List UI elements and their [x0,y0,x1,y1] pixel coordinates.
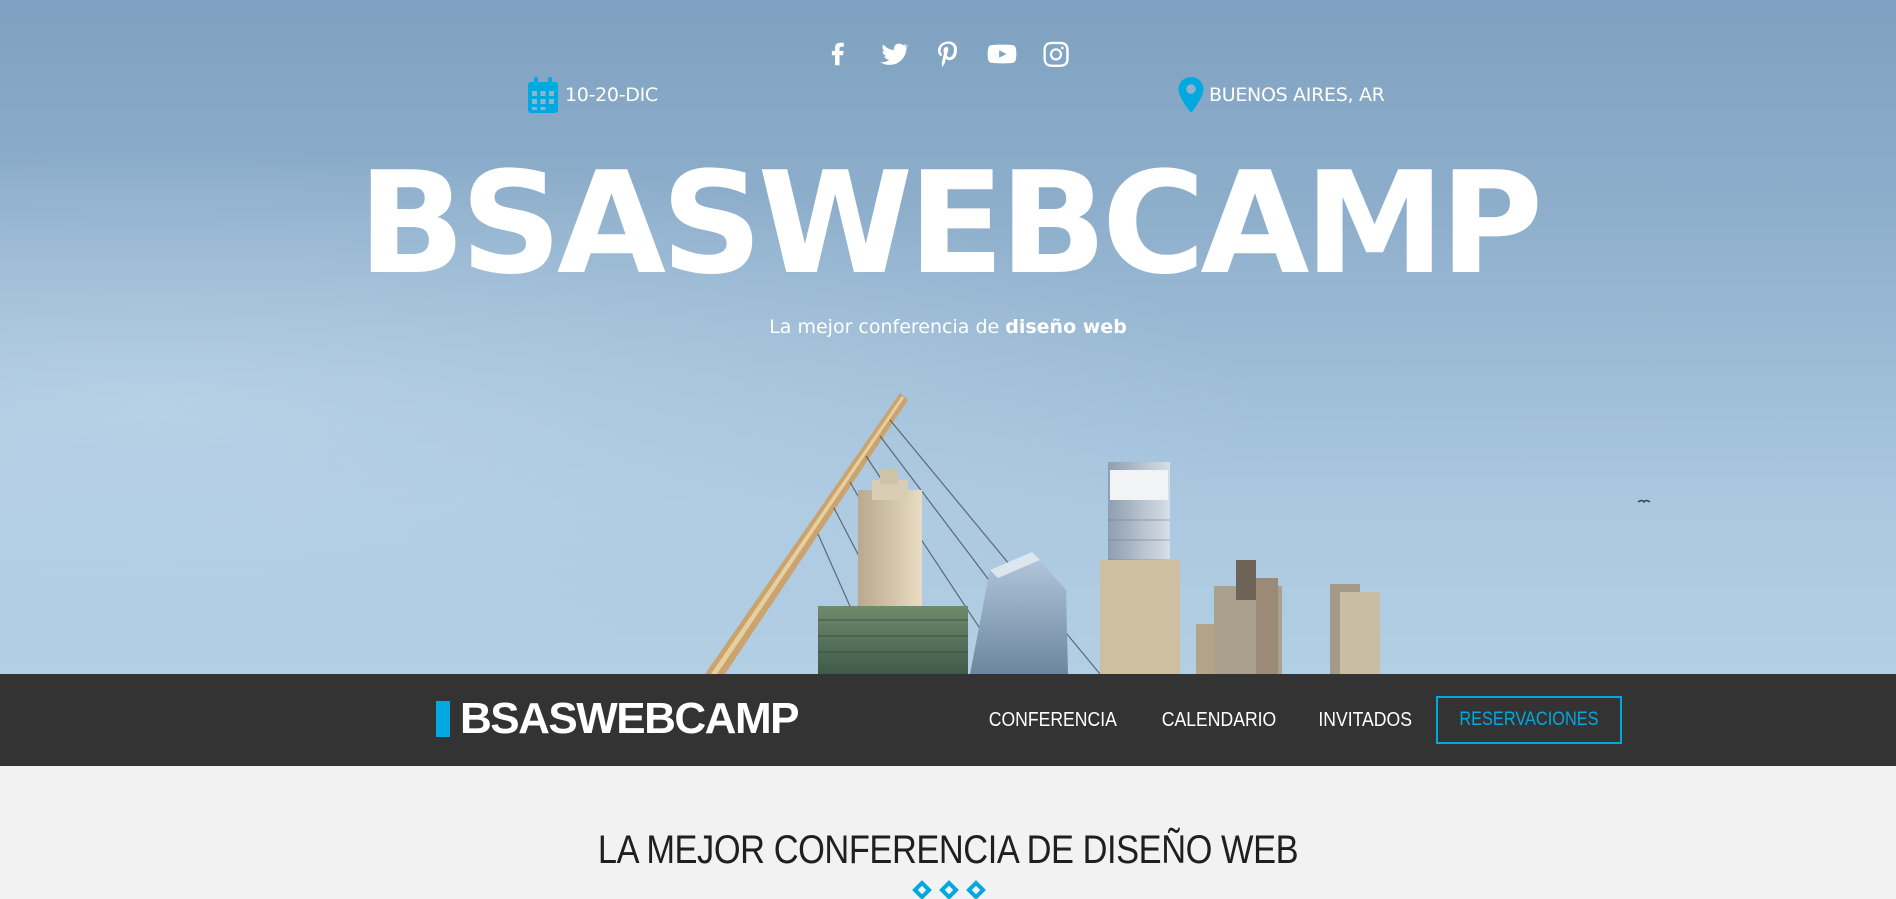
twitter-icon[interactable] [877,37,911,71]
diamond-divider-icon [912,880,986,899]
facebook-icon[interactable] [823,37,857,71]
event-location-text: BUENOS AIRES, AR [1209,84,1385,106]
main-navbar: BSASWEBCAMP CONFERENCIA CALENDARIO INVIT… [0,674,1896,766]
hero-subtitle-text: La mejor conferencia de [769,316,1006,338]
nav-link-conferencia[interactable]: CONFERENCIA [976,697,1129,743]
nav-button-reservaciones[interactable]: RESERVACIONES [1435,696,1622,744]
section-title: LA MEJOR CONFERENCIA DE DISEÑO WEB [597,828,1299,872]
nav-link-calendario[interactable]: CALENDARIO [1149,697,1288,743]
site-logo[interactable]: BSASWEBCAMP [436,694,799,744]
pinterest-icon[interactable] [931,37,965,71]
hero-subtitle-highlight: diseño web [1005,316,1127,338]
social-links [0,37,1896,71]
event-location: BUENOS AIRES, AR [1177,76,1385,114]
nav-link-invitados[interactable]: INVITADOS [1306,697,1424,743]
event-date: 10-20-DIC [527,76,658,114]
youtube-icon[interactable] [985,37,1019,71]
map-pin-icon [1178,77,1204,113]
instagram-icon[interactable] [1039,37,1073,71]
logo-text: BSASWEBCAMP [460,694,799,743]
hero-banner: 10-20-DIC BUENOS AIRES, AR BSASWEBCAMP L… [0,0,1896,674]
event-date-text: 10-20-DIC [565,84,658,106]
logo-accent-bar [436,701,450,737]
hero-title: BSASWEBCAMP [357,142,1543,306]
reservaciones-label: RESERVACIONES [1459,709,1599,730]
calendar-icon [528,77,558,113]
nav-menu: CONFERENCIA CALENDARIO INVITADOS RESERVA… [966,696,1622,744]
hero-subtitle: La mejor conferencia de diseño web [0,316,1896,338]
